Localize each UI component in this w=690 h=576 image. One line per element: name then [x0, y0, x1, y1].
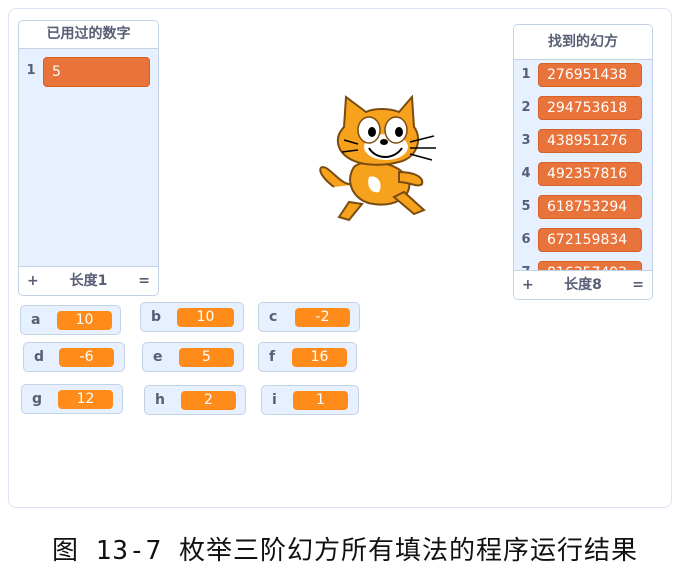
variable-monitor-b[interactable]: b 10 [140, 302, 244, 332]
variable-name: b [151, 309, 162, 325]
list-item-value[interactable]: 5 [43, 57, 150, 87]
list-length-label: 长度1 [69, 273, 108, 289]
list-item[interactable]: 1 5 [19, 57, 158, 87]
list-item-index: 1 [521, 67, 531, 82]
variable-monitor-d[interactable]: d -6 [23, 342, 125, 372]
list-item-value[interactable]: 618753294 [538, 195, 642, 219]
variable-value: 1 [293, 391, 348, 410]
list-item-index: 5 [521, 199, 531, 214]
resize-handle[interactable]: = [632, 271, 644, 299]
used-numbers-list: 已用过的数字 1 5 + 长度1 = [18, 20, 159, 296]
found-list-title: 找到的幻方 [514, 25, 652, 60]
cat-back-leg [337, 200, 364, 222]
list-item[interactable]: 6 672159834 [514, 226, 652, 254]
variable-name: h [155, 392, 165, 408]
variable-name: e [153, 349, 163, 365]
list-item[interactable]: 5 618753294 [514, 193, 652, 221]
list-item-index: 6 [521, 232, 531, 247]
resize-handle[interactable]: = [138, 267, 150, 295]
variable-monitor-i[interactable]: i 1 [261, 385, 359, 415]
found-squares-list: 找到的幻方 1 276951438 2 294753618 3 43895127… [513, 24, 653, 300]
variable-monitor-a[interactable]: a 10 [20, 305, 121, 335]
variable-value: 5 [179, 348, 234, 367]
list-item[interactable]: 2 294753618 [514, 94, 652, 122]
used-list-footer: + 长度1 = [19, 266, 158, 295]
variable-name: c [269, 309, 278, 325]
used-list-title: 已用过的数字 [19, 21, 158, 49]
used-list-body[interactable]: 1 5 [19, 49, 158, 269]
variable-monitor-h[interactable]: h 2 [144, 385, 246, 415]
list-item-value[interactable]: 276951438 [538, 63, 642, 87]
variable-name: d [34, 349, 45, 365]
cat-front-leg [392, 190, 426, 216]
figure-caption: 图 13-7 枚举三阶幻方所有填法的程序运行结果 [52, 536, 638, 566]
variable-value: 2 [181, 391, 236, 410]
variable-value: 10 [177, 308, 234, 327]
variable-value: 12 [58, 390, 113, 409]
found-list-footer: + 长度8 = [514, 270, 652, 299]
cat-nose [380, 139, 388, 145]
scratch-cat-sprite[interactable] [314, 92, 450, 228]
list-item[interactable]: 4 492357816 [514, 160, 652, 188]
list-item-index: 1 [26, 63, 36, 78]
list-item-value[interactable]: 294753618 [538, 96, 642, 120]
variable-value: -2 [295, 308, 350, 327]
variable-value: -6 [59, 348, 114, 367]
list-item[interactable]: 3 438951276 [514, 127, 652, 155]
variable-name: g [32, 391, 43, 407]
list-item-index: 4 [521, 166, 531, 181]
variable-name: i [272, 392, 277, 408]
variable-monitor-f[interactable]: f 16 [258, 342, 357, 372]
found-list-body[interactable]: 1 276951438 2 294753618 3 438951276 4 49… [514, 60, 652, 272]
list-item-value[interactable]: 492357816 [538, 162, 642, 186]
variable-monitor-e[interactable]: e 5 [142, 342, 244, 372]
list-item[interactable]: 1 276951438 [514, 61, 652, 89]
variable-value: 10 [57, 311, 112, 330]
variable-monitor-c[interactable]: c -2 [258, 302, 360, 332]
variable-value: 16 [292, 348, 347, 367]
list-item-index: 3 [521, 133, 531, 148]
list-item-index: 2 [521, 100, 531, 115]
variable-name: f [269, 349, 276, 365]
variable-name: a [31, 312, 41, 328]
list-item-value[interactable]: 438951276 [538, 129, 642, 153]
list-item-value[interactable]: 672159834 [538, 228, 642, 252]
variable-monitor-g[interactable]: g 12 [21, 384, 123, 414]
